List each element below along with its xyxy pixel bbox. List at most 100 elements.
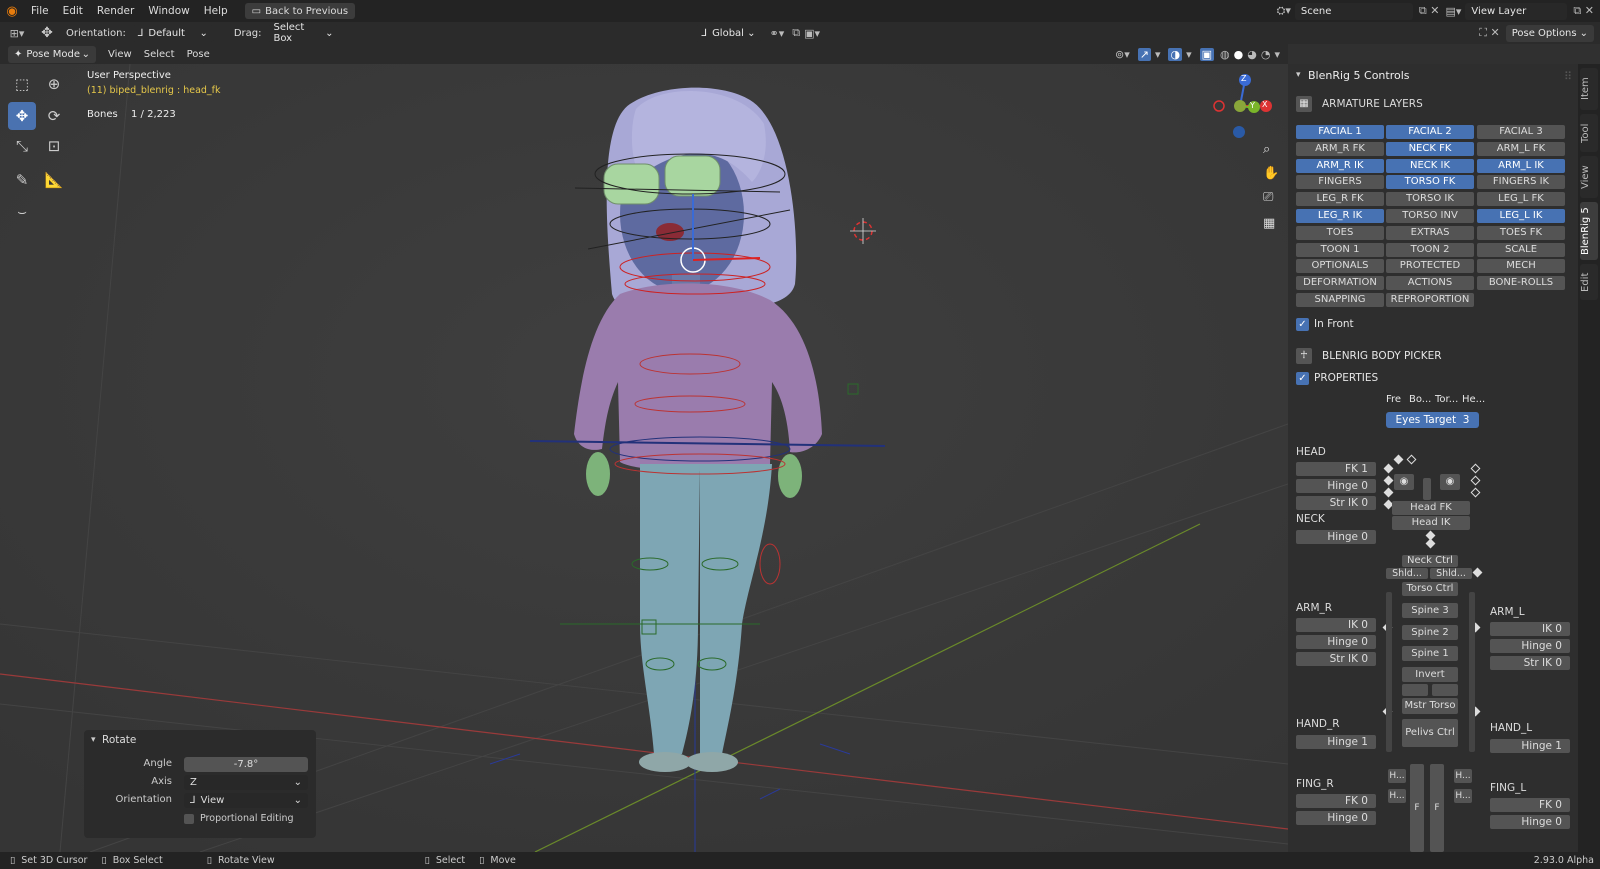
3d-viewport[interactable]: User Perspective (11) biped_blenrig : he… bbox=[0, 64, 1288, 852]
layer-button-arm-l-ik[interactable]: ARM_L IK bbox=[1477, 158, 1565, 173]
head-strik-field[interactable]: Str IK 0 bbox=[1296, 496, 1376, 510]
pan-hand-icon[interactable]: ✋ bbox=[1263, 166, 1279, 181]
shoulder-keyframe-icon[interactable] bbox=[1472, 567, 1483, 578]
fing-l-fk-field[interactable]: FK 0 bbox=[1490, 798, 1570, 812]
scale-tool-icon[interactable]: ⤡ bbox=[8, 132, 36, 160]
xray-icon[interactable]: ▣ bbox=[1199, 47, 1215, 61]
layer-button-toon-1[interactable]: TOON 1 bbox=[1296, 242, 1384, 257]
arm-r-ik-field[interactable]: IK 0 bbox=[1296, 618, 1376, 632]
arm-l-bone[interactable] bbox=[1469, 592, 1475, 752]
fing-r-hinge-field[interactable]: Hinge 0 bbox=[1296, 811, 1376, 825]
menu-edit[interactable]: Edit bbox=[56, 5, 90, 17]
gizmo-icon[interactable]: ↗ bbox=[1137, 47, 1151, 61]
viewlayer-selector[interactable]: View Layer bbox=[1465, 2, 1568, 20]
pivot-icon[interactable]: ⚭▾ bbox=[769, 27, 784, 40]
visibility-icon[interactable]: ⊚▾ bbox=[1115, 48, 1130, 61]
rotate-tool-icon[interactable]: ⟳ bbox=[40, 102, 68, 130]
back-to-previous-button[interactable]: ▭ Back to Previous bbox=[244, 3, 356, 19]
layer-button-torso-inv[interactable]: TORSO INV bbox=[1386, 209, 1474, 223]
in-front-checkbox[interactable]: ✓ bbox=[1296, 318, 1309, 331]
arm-l-hinge-field[interactable]: Hinge 0 bbox=[1490, 639, 1570, 653]
new-viewlayer-icon[interactable]: ⧉ ✕ bbox=[1573, 4, 1594, 18]
foot-r-button[interactable]: F bbox=[1410, 764, 1424, 852]
viewlayer-icon[interactable]: ▤▾ bbox=[1446, 5, 1462, 18]
measure-tool-icon[interactable]: 📐 bbox=[40, 166, 68, 194]
layer-button-actions[interactable]: ACTIONS bbox=[1386, 276, 1474, 291]
layer-button-arm-r-ik[interactable]: ARM_R IK bbox=[1296, 158, 1384, 173]
angle-field[interactable]: -7.8° bbox=[184, 757, 308, 772]
hand-r-h1-button[interactable]: H... bbox=[1388, 769, 1406, 783]
tab-view[interactable]: View bbox=[1580, 156, 1598, 198]
editor-type-icon[interactable]: ⊞▾ bbox=[0, 27, 34, 40]
neck-hinge-field[interactable]: Hinge 0 bbox=[1296, 530, 1376, 544]
orientation-dropdown[interactable]: ⅃ Default ⌄ bbox=[131, 24, 214, 42]
layer-button-fingers[interactable]: FINGERS bbox=[1296, 175, 1384, 190]
select-box-icon[interactable]: ⬚ bbox=[8, 70, 36, 98]
layer-button-deformation[interactable]: DEFORMATION bbox=[1296, 276, 1384, 291]
transform-orientation-dropdown[interactable]: ⅃ Global ⌄ bbox=[695, 24, 762, 42]
eye-r-button[interactable]: ◉ bbox=[1394, 474, 1414, 490]
menu-pose[interactable]: Pose bbox=[181, 49, 216, 60]
layer-button-facial-3[interactable]: FACIAL 3 bbox=[1477, 125, 1565, 139]
layer-button-extras[interactable]: EXTRAS bbox=[1386, 225, 1474, 240]
scene-selector[interactable]: Scene bbox=[1294, 2, 1413, 20]
arm-r-hinge-field[interactable]: Hinge 0 bbox=[1296, 635, 1376, 649]
layer-button-reproportion[interactable]: REPROPORTION bbox=[1386, 293, 1474, 307]
eyes-center-button[interactable] bbox=[1423, 478, 1431, 500]
drag-dropdown[interactable]: Select Box ⌄ bbox=[267, 22, 340, 44]
layer-button-neck-ik[interactable]: NECK IK bbox=[1386, 158, 1474, 173]
torso-sub-l-button[interactable] bbox=[1432, 684, 1458, 696]
head-keyframe-icon[interactable] bbox=[1393, 454, 1404, 465]
gizmo-toggle-icon[interactable]: ⛶ ✕ bbox=[1479, 26, 1499, 40]
foot-l-button[interactable]: F bbox=[1430, 764, 1444, 852]
hand-r-hinge-field[interactable]: Hinge 1 bbox=[1296, 735, 1376, 749]
layer-button-scale[interactable]: SCALE bbox=[1477, 242, 1565, 257]
layer-button-leg-r-ik[interactable]: LEG_R IK bbox=[1296, 209, 1384, 223]
layer-button-snapping[interactable]: SNAPPING bbox=[1296, 293, 1384, 307]
eyes-target-field[interactable]: Eyes Target 3 bbox=[1386, 412, 1479, 428]
layer-button-mech[interactable]: MECH bbox=[1477, 259, 1565, 274]
menu-render[interactable]: Render bbox=[90, 5, 141, 17]
orientation-dropdown[interactable]: ⅃ View ⌄ bbox=[184, 793, 308, 808]
layer-button-leg-l-ik[interactable]: LEG_L IK bbox=[1477, 209, 1565, 223]
keyframe-icon[interactable] bbox=[1383, 487, 1394, 498]
grid-perspective-icon[interactable]: ▦ bbox=[1263, 216, 1275, 231]
snap-target-icon[interactable]: ▣▾ bbox=[804, 27, 820, 40]
shoulder-r-button[interactable]: Shld... bbox=[1386, 568, 1428, 579]
material-shading-icon[interactable]: ◕ bbox=[1247, 48, 1257, 61]
keyframe-outline-icon[interactable] bbox=[1470, 487, 1481, 498]
arm-r-strik-field[interactable]: Str IK 0 bbox=[1296, 652, 1376, 666]
overlay-dropdown-icon[interactable]: ▾ bbox=[1155, 48, 1161, 61]
rotate-operator-panel[interactable]: ▾ Rotate Angle -7.8° Axis Z ⌄ Orientation… bbox=[84, 730, 316, 838]
layer-button-facial-2[interactable]: FACIAL 2 bbox=[1386, 125, 1474, 139]
neck-ctrl-button[interactable]: Neck Ctrl bbox=[1402, 555, 1458, 567]
tab-blenrig5[interactable]: BlenRig 5 bbox=[1580, 202, 1598, 260]
keyframe-outline-icon[interactable] bbox=[1470, 475, 1481, 486]
properties-checkbox[interactable]: ✓ bbox=[1296, 372, 1309, 385]
snap-icon[interactable]: ⧉ bbox=[792, 26, 800, 40]
blender-logo-icon[interactable]: ◉ bbox=[0, 4, 24, 19]
layer-button-leg-l-fk[interactable]: LEG_L FK bbox=[1477, 192, 1565, 207]
menu-select[interactable]: Select bbox=[138, 49, 181, 60]
head-keyframe-outline-icon[interactable] bbox=[1406, 454, 1417, 465]
drag-handle-icon[interactable]: ⠿ bbox=[1564, 70, 1572, 83]
proportional-checkbox[interactable] bbox=[184, 814, 194, 824]
move-tool-icon[interactable]: ✥ bbox=[8, 102, 36, 130]
fing-r-fk-field[interactable]: FK 0 bbox=[1296, 794, 1376, 808]
layer-button-toes-fk[interactable]: TOES FK bbox=[1477, 225, 1565, 240]
menu-file[interactable]: File bbox=[24, 5, 56, 17]
shoulder-l-button[interactable]: Shld... bbox=[1430, 568, 1472, 579]
layer-button-facial-1[interactable]: FACIAL 1 bbox=[1296, 125, 1384, 139]
tab-item[interactable]: Item bbox=[1580, 68, 1598, 110]
zoom-icon[interactable]: ⌕ bbox=[1263, 142, 1270, 157]
menu-help[interactable]: Help bbox=[197, 5, 235, 17]
layer-button-fingers-ik[interactable]: FINGERS IK bbox=[1477, 175, 1565, 190]
head-fk-button[interactable]: Head FK bbox=[1392, 501, 1470, 515]
shading-options-icon[interactable]: ▾ bbox=[1274, 48, 1280, 61]
panel-collapse-icon[interactable]: ▾ bbox=[1296, 70, 1301, 80]
cursor-tool-icon[interactable]: ⊕ bbox=[40, 70, 68, 98]
layer-button-optionals[interactable]: OPTIONALS bbox=[1296, 259, 1384, 274]
arm-l-strik-field[interactable]: Str IK 0 bbox=[1490, 656, 1570, 670]
eye-l-button[interactable]: ◉ bbox=[1440, 474, 1460, 490]
scene-icon[interactable]: ⛭▾ bbox=[1277, 4, 1291, 18]
